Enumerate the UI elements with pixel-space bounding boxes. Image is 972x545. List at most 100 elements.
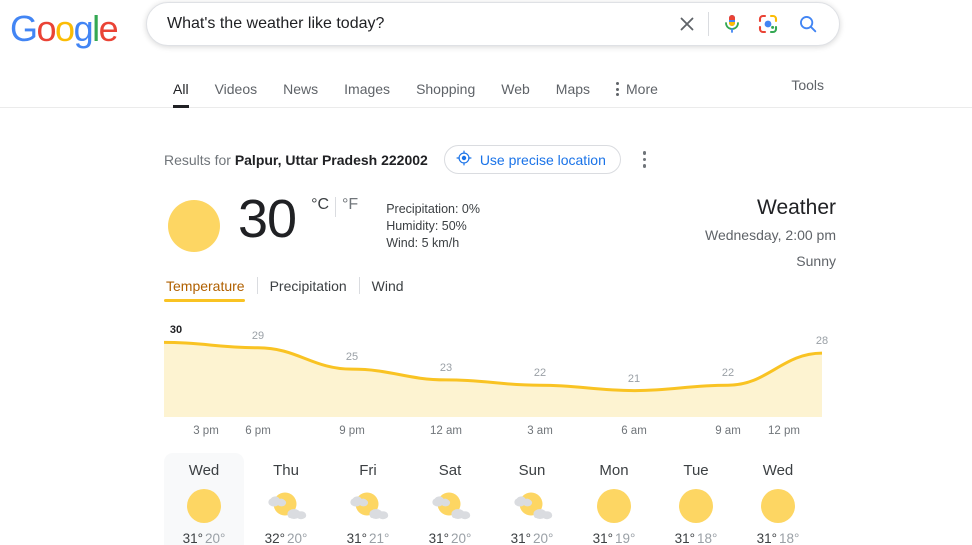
forecast-low-temp: 20° (205, 531, 226, 545)
forecast-low-temp: 20° (451, 531, 472, 545)
partly-cloudy-icon (268, 492, 307, 520)
forecast-day-name: Wed (762, 462, 794, 479)
forecast-high-temp: 31° (592, 531, 613, 545)
tab-videos[interactable]: Videos (202, 81, 271, 108)
tab-images[interactable]: Images (331, 81, 403, 108)
tools-button[interactable]: Tools (791, 77, 824, 93)
forecast-day-icon-wrap (164, 485, 244, 527)
forecast-day-temps: 31° 19° (574, 531, 654, 545)
logo-letter-o1: o (36, 8, 57, 49)
forecast-day-card[interactable]: Sat 31° 20° (410, 453, 490, 545)
location-target-icon (456, 150, 472, 169)
forecast-day-icon-wrap (328, 485, 408, 527)
forecast-high-temp: 31° (674, 531, 695, 545)
forecast-day-card[interactable]: Wed 31° 18° (738, 453, 818, 545)
use-precise-location-label: Use precise location (479, 151, 606, 168)
microphone-icon[interactable] (717, 9, 747, 39)
forecast-day-temps: 31° 18° (656, 531, 736, 545)
kebab-menu-icon (616, 82, 620, 96)
google-logo[interactable]: Google (10, 8, 119, 50)
forecast-day-temps: 31° 20° (492, 531, 572, 545)
unit-fahrenheit-button[interactable]: °F (336, 196, 364, 214)
chart-time-label: 9 pm (339, 425, 365, 437)
tab-temperature[interactable]: Temperature (164, 278, 257, 302)
tab-maps[interactable]: Maps (543, 81, 603, 108)
wind-stat: Wind: 5 km/h (386, 236, 460, 250)
metric-tab-list: Temperature Precipitation Wind (164, 276, 836, 303)
search-icon[interactable] (791, 7, 825, 41)
chart-area-fill (164, 342, 822, 417)
forecast-day-name: Fri (359, 462, 377, 479)
tab-shopping[interactable]: Shopping (403, 81, 488, 108)
chart-time-label: 3 pm (193, 425, 219, 437)
results-for-text: Results for Palpur, Uttar Pradesh 222002 (164, 152, 428, 168)
forecast-low-temp: 19° (615, 531, 636, 545)
tab-web[interactable]: Web (488, 81, 543, 108)
partly-cloudy-icon (432, 492, 471, 520)
chart-time-label: 9 am (715, 425, 741, 437)
tab-precipitation[interactable]: Precipitation (258, 278, 359, 302)
forecast-day-icon-wrap (574, 485, 654, 527)
humidity-stat: Humidity: 50% (386, 219, 467, 233)
results-location-bar: Results for Palpur, Uttar Pradesh 222002… (164, 145, 972, 174)
main-content: Results for Palpur, Uttar Pradesh 222002… (0, 145, 972, 545)
forecast-day-icon-wrap (410, 485, 490, 527)
use-precise-location-button[interactable]: Use precise location (443, 145, 621, 174)
forecast-high-temp: 31° (756, 531, 777, 545)
close-icon[interactable] (670, 7, 704, 41)
sunny-icon (168, 200, 220, 252)
forecast-day-temps: 31° 20° (164, 531, 244, 545)
chart-time-axis: 3 pm 6 pm 9 pm 12 am 3 am 6 am 9 am 12 pm (164, 425, 822, 447)
logo-letter-e: e (98, 8, 119, 49)
forecast-low-temp: 18° (697, 531, 718, 545)
forecast-high-temp: 31° (182, 531, 203, 545)
forecast-day-card[interactable]: Wed 31° 20° (164, 453, 244, 545)
google-lens-icon[interactable] (753, 9, 783, 39)
forecast-low-temp: 20° (287, 531, 308, 545)
temperature-chart[interactable]: 30 29 25 23 22 21 22 28 (164, 321, 828, 417)
chart-time-label: 6 pm (245, 425, 271, 437)
more-filters-button[interactable]: More (603, 81, 671, 108)
tab-all[interactable]: All (160, 81, 202, 108)
forecast-day-card[interactable]: Sun 31° 20° (492, 453, 572, 545)
partly-cloudy-icon (350, 492, 389, 520)
unit-celsius-button[interactable]: °C (305, 196, 335, 214)
partly-cloudy-icon (514, 492, 553, 520)
chart-time-label: 6 am (621, 425, 647, 437)
forecast-low-temp: 20° (533, 531, 554, 545)
forecast-day-name: Sun (518, 462, 546, 479)
forecast-day-card[interactable]: Tue 31° 18° (656, 453, 736, 545)
precipitation-stat: Precipitation: 0% (386, 202, 481, 216)
weather-title: Weather (757, 196, 836, 219)
nav-tab-list: All Videos News Images Shopping Web Maps… (160, 70, 671, 108)
chart-time-label: 12 pm (768, 425, 800, 437)
tab-wind[interactable]: Wind (360, 278, 416, 302)
weather-meta: Weather Wednesday, 2:00 pm Sunny (705, 196, 836, 272)
forecast-day-card[interactable]: Mon 31° 19° (574, 453, 654, 545)
weather-card: 30 °C °F Precipitation: 0% Humidity: 50%… (164, 192, 836, 545)
location-overflow-menu-button[interactable] (637, 147, 653, 172)
forecast-high-temp: 31° (346, 531, 367, 545)
forecast-low-temp: 21° (369, 531, 390, 545)
temperature-chart-svg (164, 340, 822, 417)
search-input[interactable] (147, 3, 670, 45)
weather-summary: 30 °C °F Precipitation: 0% Humidity: 50%… (164, 189, 836, 269)
nav-bar: All Videos News Images Shopping Web Maps… (0, 70, 972, 108)
forecast-day-card[interactable]: Thu 32° 20° (246, 453, 326, 545)
forecast-day-name: Thu (273, 462, 299, 479)
forecast-day-temps: 31° 20° (410, 531, 490, 545)
tab-news[interactable]: News (270, 81, 331, 108)
forecast-low-temp: 18° (779, 531, 800, 545)
unit-toggle[interactable]: °C °F (305, 196, 364, 217)
sunny-icon (187, 489, 221, 523)
daily-forecast-list: Wed 31° 20° Thu 32° 20° Fri 31° 21° Sat 31° 20° Sun 3… (164, 453, 836, 545)
chart-time-label: 12 am (430, 425, 462, 437)
weather-datetime: Wednesday, 2:00 pm (704, 227, 836, 243)
search-bar[interactable] (146, 2, 840, 46)
forecast-day-card[interactable]: Fri 31° 21° (328, 453, 408, 545)
forecast-day-icon-wrap (656, 485, 736, 527)
forecast-high-temp: 31° (510, 531, 531, 545)
logo-letter-g1: G (10, 8, 38, 49)
current-temperature: 30 (238, 189, 297, 249)
results-location: Palpur, Uttar Pradesh 222002 (234, 151, 428, 168)
